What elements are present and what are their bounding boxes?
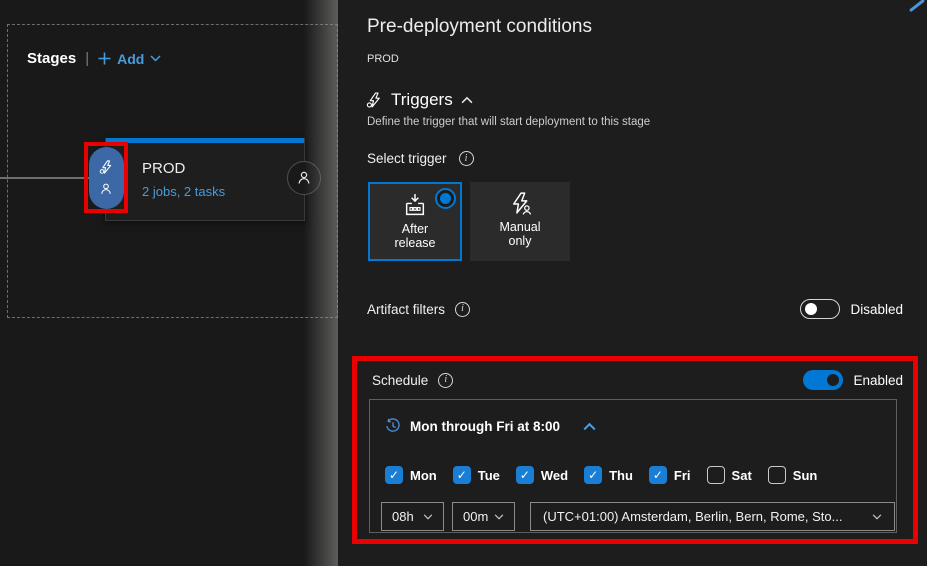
lightning-trigger-icon	[99, 160, 114, 175]
day-fri[interactable]: Fri	[649, 466, 691, 484]
hour-value: 08h	[392, 509, 414, 524]
triggers-heading: Triggers	[391, 90, 453, 110]
day-label: Wed	[541, 468, 568, 483]
day-sun[interactable]: Sun	[768, 466, 818, 484]
add-button-label: Add	[117, 51, 144, 67]
radio-selected-icon	[435, 188, 456, 209]
minute-value: 00m	[463, 509, 488, 524]
schedule-time-row: 08h 00m (UTC+01:00) Amsterdam, Berlin, B…	[381, 502, 895, 531]
day-label: Sun	[793, 468, 818, 483]
checkbox-icon[interactable]	[768, 466, 786, 484]
chevron-down-icon	[423, 514, 433, 520]
minute-dropdown[interactable]: 00m	[452, 502, 515, 531]
checkbox-icon[interactable]	[649, 466, 667, 484]
schedule-state: Enabled	[853, 373, 903, 388]
day-tue[interactable]: Tue	[453, 466, 500, 484]
toolbar-divider: |	[85, 50, 89, 67]
lightning-trigger-icon	[366, 92, 383, 109]
post-deployment-conditions-button[interactable]	[287, 161, 321, 195]
triggers-section-header[interactable]: Triggers	[366, 90, 473, 110]
day-wed[interactable]: Wed	[516, 466, 568, 484]
schedule-label: Schedule	[372, 373, 428, 388]
triggers-description: Define the trigger that will start deplo…	[367, 116, 650, 128]
stage-card-prod[interactable]: PROD 2 jobs, 2 tasks	[105, 138, 305, 221]
toggle-knob	[827, 374, 839, 386]
stages-toolbar: Stages | Add	[27, 50, 161, 67]
trigger-options: After release Manual only	[368, 182, 570, 261]
plus-icon	[98, 52, 111, 65]
schedule-summary-text: Mon through Fri at 8:00	[410, 419, 560, 434]
day-label: Tue	[478, 468, 500, 483]
day-mon[interactable]: Mon	[385, 466, 437, 484]
checkbox-icon[interactable]	[385, 466, 403, 484]
trigger-option-after-release[interactable]: After release	[368, 182, 462, 261]
schedule-annotation-box: Schedule Enabled Mon through Fri at 8:00	[352, 356, 918, 544]
clock-history-icon	[385, 418, 401, 434]
artifact-filters-row: Artifact filters Disabled	[367, 299, 903, 319]
day-thu[interactable]: Thu	[584, 466, 633, 484]
select-trigger-label: Select trigger	[367, 151, 447, 166]
chevron-up-icon[interactable]	[461, 96, 473, 104]
schedule-summary-row: Mon through Fri at 8:00	[385, 418, 596, 434]
artifact-filters-toggle[interactable]	[800, 299, 840, 319]
trigger-option-label: After release	[385, 222, 445, 251]
stage-status-bar	[106, 138, 304, 143]
checkbox-icon[interactable]	[584, 466, 602, 484]
release-box-arrow-icon	[402, 193, 428, 218]
pre-deployment-conditions-panel: Pre-deployment conditions PROD Triggers …	[338, 0, 927, 566]
chevron-down-icon	[872, 514, 882, 520]
corner-diagonal-mark-icon	[909, 0, 925, 12]
schedule-days-row: Mon Tue Wed Thu	[385, 466, 817, 484]
toggle-knob	[805, 303, 817, 315]
day-label: Fri	[674, 468, 691, 483]
stage-connector-line	[0, 177, 89, 179]
timezone-dropdown[interactable]: (UTC+01:00) Amsterdam, Berlin, Bern, Rom…	[530, 502, 895, 531]
person-icon	[99, 182, 113, 196]
stage-name: PROD	[142, 160, 185, 177]
info-icon[interactable]	[438, 373, 453, 388]
add-stage-button[interactable]: Add	[98, 51, 161, 67]
panel-title: Pre-deployment conditions	[367, 16, 592, 38]
checkbox-icon[interactable]	[453, 466, 471, 484]
select-trigger-row: Select trigger	[367, 151, 474, 166]
collapse-schedule-button[interactable]	[583, 422, 596, 431]
stages-label: Stages	[27, 50, 76, 67]
checkbox-icon[interactable]	[516, 466, 534, 484]
stage-jobs-tasks-link[interactable]: 2 jobs, 2 tasks	[142, 184, 225, 199]
trigger-option-label: Manual only	[490, 220, 550, 249]
panel-subtitle: PROD	[367, 53, 399, 65]
person-icon	[296, 170, 312, 186]
pre-deployment-conditions-button[interactable]	[89, 147, 124, 209]
pre-deployment-conditions-annotation	[84, 142, 128, 213]
chevron-down-icon	[150, 55, 161, 62]
artifact-filters-label: Artifact filters	[367, 302, 445, 317]
pipeline-canvas: Stages | Add PROD 2 jobs, 2 tasks	[0, 0, 338, 566]
schedule-details-box: Mon through Fri at 8:00 Mon Tue	[369, 399, 897, 533]
schedule-toggle[interactable]	[803, 370, 843, 390]
day-label: Thu	[609, 468, 633, 483]
release-pipeline-screen: Stages | Add PROD 2 jobs, 2 tasks	[0, 0, 927, 566]
artifact-filters-state: Disabled	[850, 302, 903, 317]
info-icon[interactable]	[459, 151, 474, 166]
hour-dropdown[interactable]: 08h	[381, 502, 444, 531]
day-label: Sat	[732, 468, 752, 483]
day-label: Mon	[410, 468, 437, 483]
timezone-value: (UTC+01:00) Amsterdam, Berlin, Bern, Rom…	[543, 509, 842, 524]
chevron-down-icon	[494, 514, 504, 520]
checkbox-icon[interactable]	[707, 466, 725, 484]
day-sat[interactable]: Sat	[707, 466, 752, 484]
chevron-up-icon	[583, 422, 596, 431]
lightning-person-icon	[507, 191, 533, 216]
schedule-row: Schedule Enabled	[372, 369, 903, 391]
trigger-option-manual-only[interactable]: Manual only	[470, 182, 570, 261]
info-icon[interactable]	[455, 302, 470, 317]
